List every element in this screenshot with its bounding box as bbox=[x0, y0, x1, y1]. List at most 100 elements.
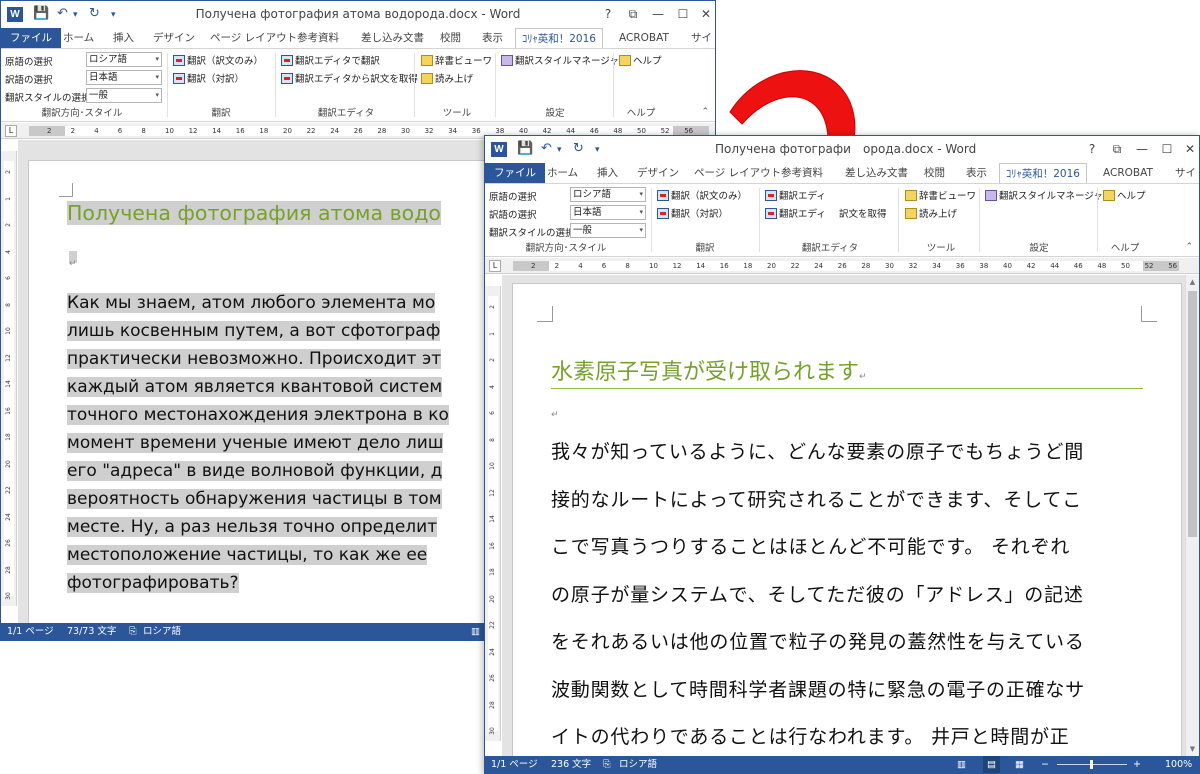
scroll-up-icon[interactable]: ▲ bbox=[1186, 275, 1199, 289]
translate-pair-button[interactable]: 翻訳（対訳） bbox=[173, 71, 244, 85]
read-mode-icon[interactable]: ▥ bbox=[957, 756, 966, 773]
style-select[interactable]: 一般 ▾ bbox=[86, 88, 162, 103]
help-button[interactable]: ? bbox=[1081, 139, 1103, 159]
vertical-ruler[interactable]: 2 1 2 4 6 8 10 12 14 16 18 20 22 24 26 28 30 bbox=[1, 151, 17, 606]
target-lang-select[interactable]: 日本語 ▾ bbox=[570, 205, 646, 220]
status-language[interactable]: ロシア語 bbox=[619, 756, 657, 773]
tab-selector[interactable]: L bbox=[489, 260, 501, 272]
maximize-button[interactable]: ☐ bbox=[672, 4, 694, 24]
translate-only-button[interactable]: 翻訳（訳文のみ） bbox=[657, 188, 747, 202]
status-page[interactable]: 1/1 ページ bbox=[7, 623, 54, 640]
tab-korya-eiwa[interactable]: ｺﾘｬ英和！2016 bbox=[515, 28, 603, 49]
style-select[interactable]: 一般 ▾ bbox=[570, 223, 646, 238]
tab-selector[interactable]: L bbox=[5, 125, 17, 137]
source-lang-select[interactable]: ロシア語 ▾ bbox=[86, 52, 162, 67]
tab-page-layout[interactable]: ページ レイアウト bbox=[210, 28, 297, 48]
proofing-icon[interactable]: ⎘ bbox=[129, 623, 137, 640]
horizontal-ruler[interactable]: L 2 2 4 6 8 10 12 14 16 18 20 22 24 26 28 30 32 34 36 38 40 4… bbox=[485, 258, 1199, 274]
undo-icon[interactable]: ↶ bbox=[541, 141, 552, 156]
tab-mailings[interactable]: 差し込み文書 bbox=[845, 163, 908, 183]
scroll-thumb[interactable] bbox=[1188, 291, 1197, 537]
tab-insert[interactable]: 挿入 bbox=[597, 163, 618, 183]
proofing-icon[interactable]: ⎘ bbox=[603, 756, 611, 773]
tab-home[interactable]: ホーム bbox=[63, 28, 94, 48]
group-translate-label: 翻訳 bbox=[211, 108, 231, 119]
tab-view[interactable]: 表示 bbox=[482, 28, 503, 48]
tab-acrobat[interactable]: ACROBAT bbox=[1103, 163, 1153, 183]
source-lang-label: 原語の選択 bbox=[489, 192, 537, 203]
maximize-button[interactable]: ☐ bbox=[1156, 139, 1178, 159]
tab-more[interactable]: サイ bbox=[691, 28, 712, 48]
help-ribbon-button[interactable]: ヘルプ bbox=[1103, 188, 1146, 202]
tab-file[interactable]: ファイル bbox=[485, 163, 545, 183]
document-heading[interactable]: Получена фотография атома водо bbox=[67, 201, 441, 225]
status-word-count[interactable]: 73/73 文字 bbox=[67, 623, 116, 640]
group-direction-label: 翻訳方向･スタイル bbox=[41, 108, 123, 119]
status-page[interactable]: 1/1 ページ bbox=[491, 756, 538, 773]
help-button[interactable]: ? bbox=[597, 4, 619, 24]
target-lang-select[interactable]: 日本語 ▾ bbox=[86, 70, 162, 85]
help-ribbon-button[interactable]: ヘルプ bbox=[619, 53, 662, 67]
tab-design[interactable]: デザイン bbox=[153, 28, 195, 48]
ribbon-display-button[interactable]: ⧉ bbox=[622, 4, 644, 24]
dict-viewer-button[interactable]: 辞書ビューワ bbox=[905, 188, 976, 202]
document-heading[interactable]: 水素原子写真が受け取られます↵ bbox=[551, 354, 867, 386]
tab-home[interactable]: ホーム bbox=[547, 163, 578, 183]
redo-icon[interactable]: ↻ bbox=[573, 141, 584, 156]
tab-review[interactable]: 校閲 bbox=[924, 163, 945, 183]
vertical-ruler[interactable]: 2 1 2 4 6 8 10 12 14 16 18 20 22 24 26 28 30 bbox=[485, 286, 501, 741]
translate-pair-button[interactable]: 翻訳（対訳） bbox=[657, 206, 728, 220]
tab-page-layout[interactable]: ページ レイアウト bbox=[694, 163, 781, 183]
editor-translate-button[interactable]: 翻訳エディタで翻訳 bbox=[281, 53, 380, 67]
status-word-count[interactable]: 236 文字 bbox=[551, 756, 591, 773]
tab-mailings[interactable]: 差し込み文書 bbox=[361, 28, 424, 48]
style-manager-button[interactable]: 翻訳スタイルマネージャ bbox=[985, 188, 1103, 202]
ribbon-display-button[interactable]: ⧉ bbox=[1106, 139, 1128, 159]
style-manager-button[interactable]: 翻訳スタイルマネージャ bbox=[501, 53, 619, 67]
editor-translate-button[interactable]: 翻訳エディ bbox=[765, 188, 826, 202]
zoom-out-icon[interactable]: − bbox=[1041, 756, 1049, 773]
minimize-button[interactable]: — bbox=[1131, 139, 1153, 159]
tab-references[interactable]: 参考資料 bbox=[781, 163, 823, 183]
undo-dropdown-icon[interactable]: ▾ bbox=[557, 145, 562, 155]
close-button[interactable]: ✕ bbox=[1179, 139, 1199, 159]
source-lang-select[interactable]: ロシア語 ▾ bbox=[570, 187, 646, 202]
status-language[interactable]: ロシア語 bbox=[143, 623, 181, 640]
document-body[interactable]: Как мы знаем, атом любого элемента мо лиш… bbox=[67, 289, 449, 597]
minimize-button[interactable]: — bbox=[647, 4, 669, 24]
read-aloud-button[interactable]: 読み上げ bbox=[905, 206, 957, 220]
vruler-number: 26 bbox=[5, 539, 12, 547]
read-aloud-button[interactable]: 読み上げ bbox=[421, 71, 473, 85]
document-body[interactable]: 我々が知っているように、どんな要素の原子でもちょうど間 接的なルートによって研究さ… bbox=[551, 429, 1085, 756]
word-app-icon[interactable]: W bbox=[491, 142, 507, 157]
editor-get-button[interactable]: 翻訳エディ bbox=[765, 206, 826, 220]
tab-more[interactable]: サイ bbox=[1175, 163, 1196, 183]
save-icon[interactable]: 💾 bbox=[517, 141, 533, 156]
document-page[interactable]: 水素原子写真が受け取られます↵ ↵ 我々が知っているように、どんな要素の原子でも… bbox=[512, 283, 1182, 756]
web-layout-icon[interactable]: ▦ bbox=[1015, 756, 1024, 773]
vruler-number: 24 bbox=[489, 647, 496, 656]
translate-only-button[interactable]: 翻訳（訳文のみ） bbox=[173, 53, 263, 67]
scroll-down-icon[interactable]: ▼ bbox=[1186, 742, 1199, 756]
translate-pair-icon bbox=[657, 208, 669, 219]
tab-design[interactable]: デザイン bbox=[637, 163, 679, 183]
tab-file[interactable]: ファイル bbox=[1, 28, 61, 48]
dict-viewer-button[interactable]: 辞書ビューワ bbox=[421, 53, 492, 67]
close-button[interactable]: ✕ bbox=[695, 4, 715, 24]
qat-customize-icon[interactable]: ▾ bbox=[595, 145, 600, 155]
tab-review[interactable]: 校閲 bbox=[440, 28, 461, 48]
paragraph-mark: ↵ bbox=[859, 372, 867, 382]
tab-references[interactable]: 参考資料 bbox=[297, 28, 339, 48]
zoom-level[interactable]: 100% bbox=[1165, 756, 1192, 773]
vertical-scrollbar[interactable]: ▲ ▼ bbox=[1185, 275, 1199, 756]
read-mode-icon[interactable]: ▥ bbox=[471, 623, 480, 640]
tab-acrobat[interactable]: ACROBAT bbox=[619, 28, 669, 48]
tab-korya-eiwa[interactable]: ｺﾘｬ英和！2016 bbox=[999, 163, 1087, 184]
tab-view[interactable]: 表示 bbox=[966, 163, 987, 183]
print-layout-icon[interactable]: ▤ bbox=[983, 756, 1000, 773]
zoom-slider-thumb[interactable] bbox=[1090, 760, 1093, 769]
collapse-ribbon-icon[interactable]: ⌃ bbox=[1185, 242, 1193, 252]
editor-get-button[interactable]: 翻訳エディタから訳文を取得 bbox=[281, 71, 418, 85]
tab-insert[interactable]: 挿入 bbox=[113, 28, 134, 48]
zoom-in-icon[interactable]: + bbox=[1133, 756, 1141, 773]
